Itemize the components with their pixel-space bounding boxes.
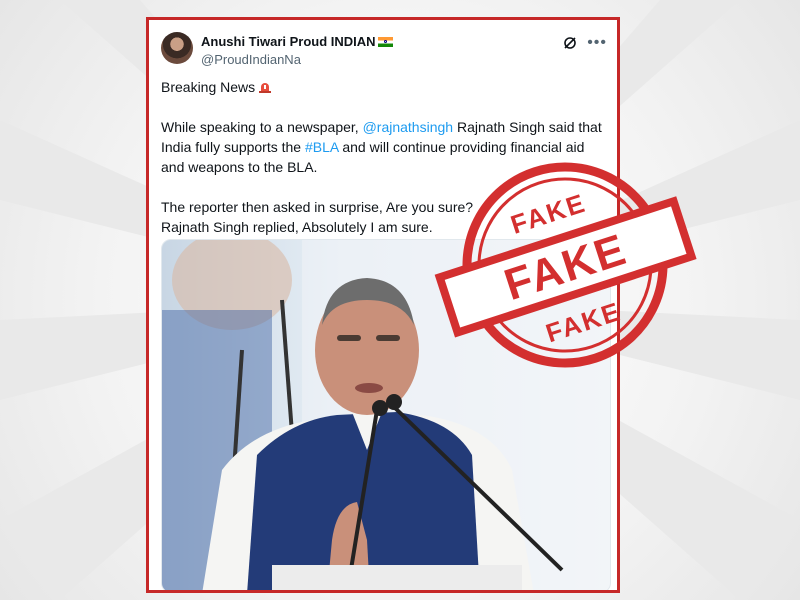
tweet-text: Breaking News While speaking to a newspa…: [161, 77, 611, 237]
tweet-header: Anushi Tiwari Proud INDIAN @ProudIndianN…: [161, 30, 607, 70]
mention-link[interactable]: @rajnathsingh: [363, 119, 454, 135]
more-icon[interactable]: •••: [587, 35, 607, 51]
author-avatar[interactable]: [161, 32, 193, 64]
tweet-body: While speaking to a newspaper, @rajnaths…: [161, 119, 602, 175]
tweet-headline: Breaking News: [161, 77, 611, 97]
hashtag-link[interactable]: #BLA: [305, 139, 338, 155]
india-flag-icon: [377, 37, 393, 47]
siren-icon: [259, 83, 272, 93]
tweet-card: Anushi Tiwari Proud INDIAN @ProudIndianN…: [146, 17, 620, 593]
grok-icon[interactable]: [563, 36, 577, 50]
author-name[interactable]: Anushi Tiwari Proud INDIAN: [201, 34, 393, 49]
speaker-photo-illustration: [162, 240, 610, 590]
tweet-line-2: The reporter then asked in surprise, Are…: [161, 199, 474, 215]
tweet-photo[interactable]: [161, 239, 611, 590]
author-handle[interactable]: @ProudIndianNa: [201, 52, 301, 67]
header-actions: •••: [563, 35, 607, 51]
tweet-line-3: Rajnath Singh replied, Absolutely I am s…: [161, 219, 433, 235]
